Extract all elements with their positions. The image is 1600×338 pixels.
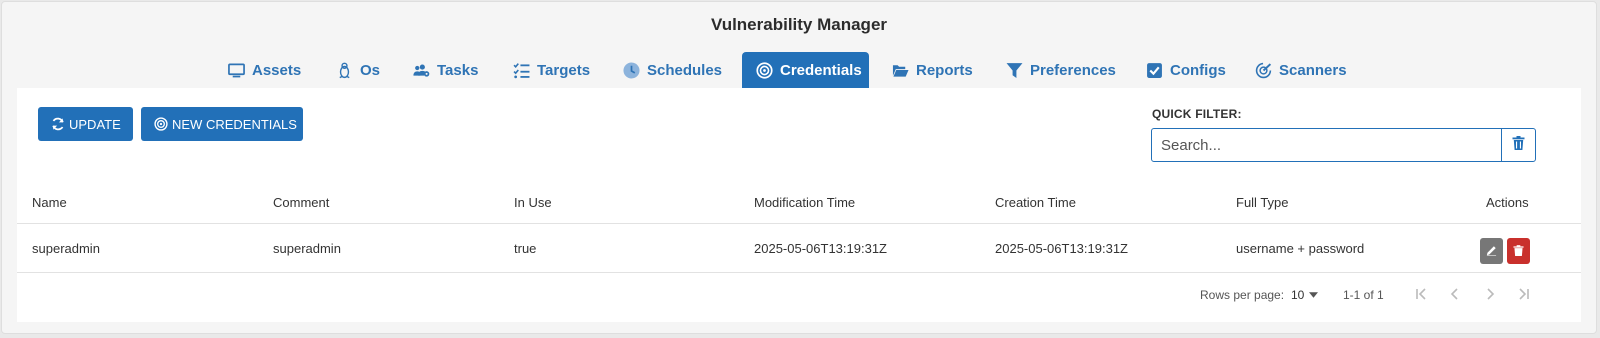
tab-reports[interactable]: Reports — [878, 52, 987, 88]
column-header-comment[interactable]: Comment — [273, 182, 329, 223]
last-page-button[interactable] — [1514, 286, 1534, 306]
edit-button[interactable] — [1480, 238, 1503, 264]
tab-credentials[interactable]: Credentials — [742, 52, 869, 88]
caret-down-icon — [1309, 292, 1319, 298]
cell-modification-time: 2025-05-06T13:19:31Z — [754, 241, 887, 256]
chevron-left-icon — [1447, 286, 1463, 307]
table-header: Name Comment In Use Modification Time Cr… — [17, 182, 1581, 224]
radar-icon — [1255, 62, 1272, 79]
column-header-modification-time[interactable]: Modification Time — [754, 182, 855, 223]
bullseye-icon — [756, 61, 773, 79]
trash-icon — [1513, 244, 1524, 259]
trash-icon — [1512, 135, 1525, 155]
clock-icon — [623, 61, 640, 79]
clear-filter-button[interactable] — [1501, 129, 1535, 161]
column-header-full-type[interactable]: Full Type — [1236, 182, 1289, 223]
quick-filter-label: QUICK FILTER: — [1152, 107, 1242, 121]
update-button[interactable]: UPDATE — [38, 107, 133, 141]
app-frame: Vulnerability Manager Assets Os Tasks Ta… — [1, 1, 1597, 334]
rows-per-page-value: 10 — [1291, 288, 1305, 302]
app-title: Vulnerability Manager — [710, 15, 888, 34]
bullseye-icon — [154, 117, 168, 131]
monitor-icon — [228, 62, 245, 79]
edit-icon — [1486, 244, 1497, 259]
credentials-panel: UPDATE NEW CREDENTIALS QUICK FILTER: Nam… — [17, 88, 1581, 322]
tab-label: Preferences — [1030, 61, 1116, 79]
tab-label: Tasks — [437, 61, 479, 79]
tab-preferences[interactable]: Preferences — [992, 52, 1130, 88]
column-header-in-use[interactable]: In Use — [514, 182, 552, 223]
column-header-name[interactable]: Name — [32, 182, 67, 223]
list-check-icon — [513, 62, 530, 79]
refresh-icon — [51, 117, 65, 131]
previous-page-button[interactable] — [1445, 286, 1465, 306]
cell-in-use: true — [514, 241, 537, 256]
linux-penguin-icon — [336, 62, 353, 79]
table-row[interactable]: superadmin superadmin true 2025-05-06T13… — [17, 225, 1581, 273]
folder-open-icon — [892, 62, 909, 79]
search-input[interactable] — [1152, 129, 1501, 161]
tab-os[interactable]: Os — [322, 52, 394, 88]
delete-button[interactable] — [1507, 238, 1530, 264]
cell-name: superadmin — [32, 241, 100, 256]
new-credentials-button[interactable]: NEW CREDENTIALS — [141, 107, 303, 141]
tab-label: Reports — [916, 61, 973, 79]
tab-schedules[interactable]: Schedules — [609, 52, 736, 88]
tab-label: Credentials — [780, 61, 862, 79]
last-page-icon — [1516, 286, 1532, 307]
filter-icon — [1006, 62, 1023, 79]
tab-label: Os — [360, 61, 381, 79]
column-header-creation-time[interactable]: Creation Time — [995, 182, 1076, 223]
tab-label: Assets — [252, 61, 302, 79]
cell-comment: superadmin — [273, 241, 341, 256]
tab-label: Configs — [1170, 61, 1226, 79]
rows-per-page-label: Rows per page: — [1200, 288, 1285, 302]
tab-label: Scanners — [1279, 61, 1347, 79]
tab-label: Targets — [537, 61, 591, 79]
tab-scanners[interactable]: Scanners — [1241, 52, 1361, 88]
quick-filter — [1151, 128, 1536, 162]
tab-assets[interactable]: Assets — [214, 52, 315, 88]
new-credentials-button-label: NEW CREDENTIALS — [172, 116, 297, 132]
pagination-range: 1-1 of 1 — [1343, 288, 1384, 302]
cell-full-type: username + password — [1236, 241, 1365, 256]
next-page-button[interactable] — [1480, 286, 1500, 306]
tab-configs[interactable]: Configs — [1132, 52, 1240, 88]
users-gear-icon — [413, 62, 430, 79]
first-page-button[interactable] — [1411, 286, 1431, 306]
tab-tasks[interactable]: Tasks — [399, 52, 492, 88]
column-header-actions: Actions — [1486, 195, 1529, 210]
chevron-right-icon — [1482, 286, 1498, 307]
tab-targets[interactable]: Targets — [499, 52, 604, 88]
rows-per-page-select[interactable]: 10 — [1291, 288, 1319, 302]
tab-bar: Assets Os Tasks Targets Schedules Creden… — [2, 52, 1598, 88]
first-page-icon — [1413, 286, 1429, 307]
tab-label: Schedules — [647, 61, 723, 79]
update-button-label: UPDATE — [69, 116, 121, 132]
cell-creation-time: 2025-05-06T13:19:31Z — [995, 241, 1128, 256]
square-check-icon — [1146, 62, 1163, 79]
